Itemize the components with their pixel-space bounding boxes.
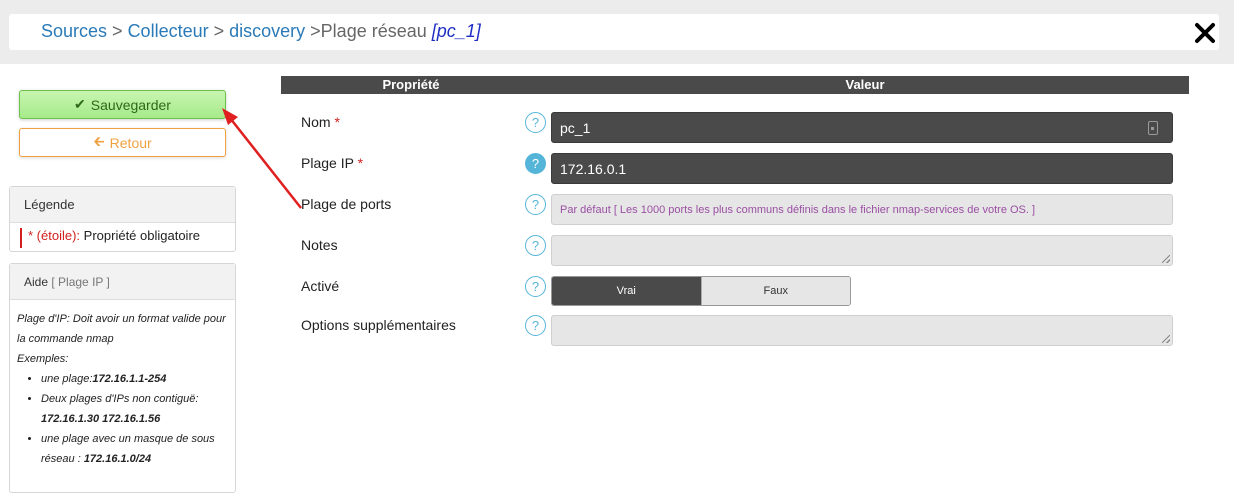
- breadcrumb-container: Sources > Collecteur > discovery >Plage résea…: [9, 14, 1219, 50]
- list-item: une plage:172.16.1.1-254: [41, 369, 228, 389]
- breadcrumb-separator: >: [213, 21, 225, 41]
- help-icon-active[interactable]: ?: [525, 276, 546, 297]
- help-icon-notes[interactable]: ?: [525, 235, 546, 256]
- breadcrumb-separator: >: [112, 21, 123, 41]
- plage-ip-input[interactable]: 172.16.0.1: [551, 153, 1173, 184]
- breadcrumb: Sources > Collecteur > discovery >Plage résea…: [41, 21, 481, 42]
- help-intro: Plage d'IP: Doit avoir un format valide …: [17, 313, 226, 345]
- breadcrumb-current: Plage réseau: [320, 21, 427, 41]
- list-item: Deux plages d'IPs non contiguë: 172.16.1…: [41, 389, 228, 429]
- back-button-label: Retour: [109, 134, 152, 151]
- top-bar: Sources > Collecteur > discovery >Plage résea…: [0, 0, 1234, 64]
- save-button[interactable]: ✔ Sauvegarder: [19, 90, 226, 119]
- legend-required-row: * (étoile): Propriété obligatoire: [20, 228, 200, 248]
- help-body: Plage d'IP: Doit avoir un format valide …: [10, 300, 235, 478]
- breadcrumb-object: [pc_1]: [431, 21, 481, 41]
- field-label-plage-ip: Plage IP *: [301, 155, 364, 171]
- legend-panel: Légende * (étoile): Propriété obligatoir…: [9, 186, 236, 252]
- help-header: Aide [ Plage IP ]: [10, 264, 235, 300]
- help-examples-list: une plage:172.16.1.1-254 Deux plages d'I…: [17, 369, 228, 469]
- legend-title: Légende: [10, 187, 235, 223]
- column-header-property: Propriété: [382, 77, 440, 92]
- active-toggle: Vrai Faux: [551, 276, 851, 306]
- help-icon-plage-ip[interactable]: ?: [525, 153, 546, 174]
- arrow-left-icon: 🡰: [93, 132, 105, 149]
- back-button[interactable]: 🡰 Retour: [19, 128, 226, 157]
- resize-handle-icon[interactable]: [1162, 255, 1170, 263]
- field-label-active: Activé: [301, 278, 340, 294]
- column-header-value: Valeur: [845, 77, 885, 92]
- help-icon-nom[interactable]: ?: [525, 112, 546, 133]
- field-label-nom: Nom *: [301, 114, 340, 130]
- legend-star-label: * (étoile):: [28, 228, 81, 243]
- plage-ports-input[interactable]: Par défaut [ Les 1000 ports les plus com…: [551, 194, 1173, 225]
- field-label-options: Options supplémentaires: [301, 317, 456, 333]
- check-icon: ✔: [74, 96, 86, 112]
- help-icon-plage-ports[interactable]: ?: [525, 194, 546, 215]
- help-panel: Aide [ Plage IP ] Plage d'IP: Doit avoir…: [9, 263, 236, 493]
- toggle-true-option[interactable]: Vrai: [552, 277, 701, 305]
- breadcrumb-collecteur[interactable]: Collecteur: [128, 21, 209, 41]
- table-header: Propriété Valeur: [281, 76, 1189, 94]
- help-title: Aide: [24, 275, 49, 289]
- breadcrumb-sources[interactable]: Sources: [41, 21, 107, 41]
- annotation-arrow-line: [229, 117, 302, 209]
- breadcrumb-discovery[interactable]: discovery: [229, 21, 305, 41]
- nom-input-value: pc_1: [560, 120, 591, 136]
- field-label-notes: Notes: [301, 237, 338, 253]
- plage-ports-placeholder: Par défaut [ Les 1000 ports les plus com…: [560, 204, 1036, 216]
- help-examples-label: Exemples:: [17, 353, 69, 365]
- options-textarea[interactable]: [551, 315, 1173, 346]
- help-icon-options[interactable]: ?: [525, 315, 546, 336]
- list-item: une plage avec un masque de sous réseau …: [41, 429, 228, 469]
- breadcrumb-separator: >: [310, 21, 321, 41]
- plage-ip-input-value: 172.16.0.1: [560, 161, 627, 177]
- field-label-plage-ports: Plage de ports: [301, 196, 392, 212]
- help-context: [ Plage IP ]: [51, 275, 110, 289]
- toggle-false-option[interactable]: Faux: [700, 277, 850, 305]
- contact-card-icon: [1148, 121, 1158, 135]
- notes-textarea[interactable]: [551, 235, 1173, 266]
- legend-star-meaning: Propriété obligatoire: [83, 228, 201, 243]
- save-button-label: Sauvegarder: [90, 96, 171, 113]
- resize-handle-icon[interactable]: [1162, 335, 1170, 343]
- close-icon[interactable]: [1193, 21, 1217, 45]
- nom-input[interactable]: pc_1: [551, 112, 1173, 143]
